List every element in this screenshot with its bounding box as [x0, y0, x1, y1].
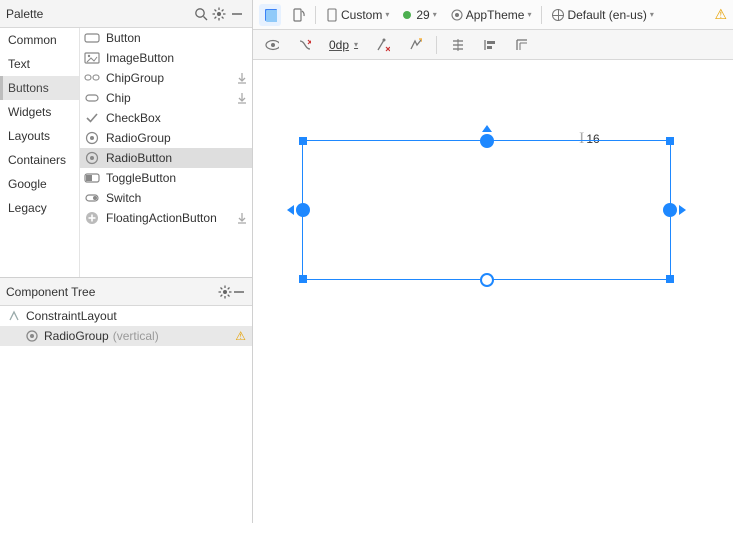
palette-category[interactable]: Layouts	[0, 124, 79, 148]
warning-icon[interactable]: ⚠	[235, 329, 246, 343]
download-icon[interactable]	[236, 92, 248, 104]
palette-item[interactable]: ImageButton	[80, 48, 252, 68]
button-icon	[84, 30, 100, 46]
radio-icon	[84, 150, 100, 166]
switch-icon	[84, 190, 100, 206]
tree-child-detail: (vertical)	[113, 329, 159, 343]
api-dropdown[interactable]: 29▾	[399, 4, 440, 26]
palette-item-label: ChipGroup	[106, 71, 230, 85]
constraint-handle-left-icon[interactable]	[287, 205, 294, 215]
palette-item-label: RadioGroup	[106, 131, 248, 145]
palette-category[interactable]: Widgets	[0, 100, 79, 124]
palette-category[interactable]: Buttons	[0, 76, 79, 100]
radiog-icon	[84, 130, 100, 146]
radiogroup-icon	[24, 329, 40, 343]
palette-item-label: CheckBox	[106, 111, 248, 125]
palette-item[interactable]: RadioGroup	[80, 128, 252, 148]
palette-category[interactable]: Text	[0, 52, 79, 76]
android-icon	[403, 11, 411, 19]
chip-icon	[84, 90, 100, 106]
palette-item[interactable]: Button	[80, 28, 252, 48]
globe-icon	[552, 9, 564, 21]
theme-dropdown[interactable]: AppTheme▾	[447, 4, 536, 26]
palette-item-list: Button ImageButton ChipGroup Chip CheckBox Ra…	[80, 28, 252, 277]
device-dropdown[interactable]: Custom▾	[322, 4, 393, 26]
resize-handle[interactable]	[666, 275, 674, 283]
palette-item-label: ImageButton	[106, 51, 248, 65]
guidelines-icon[interactable]	[511, 34, 533, 56]
palette-category[interactable]: Common	[0, 28, 79, 52]
design-panel: Custom▾ 29▾ AppTheme▾ Default (en-us)▾ ⚠…	[253, 0, 733, 523]
palette-item[interactable]: FloatingActionButton	[80, 208, 252, 228]
palette-category-list: CommonTextButtonsWidgetsLayoutsContainer…	[0, 28, 80, 277]
warning-icon[interactable]: ⚠	[714, 6, 727, 23]
palette-item-label: Chip	[106, 91, 230, 105]
tree-child-label: RadioGroup	[44, 329, 109, 343]
gear-icon[interactable]	[210, 5, 228, 23]
constraint-layout-icon	[6, 309, 22, 323]
pack-icon[interactable]	[447, 34, 469, 56]
surface-select-icon[interactable]	[259, 4, 281, 26]
palette-item[interactable]: Chip	[80, 88, 252, 108]
component-tree-title: Component Tree	[6, 285, 218, 299]
palette-item[interactable]: RadioButton	[80, 148, 252, 168]
palette-item-label: RadioButton	[106, 151, 248, 165]
constraint-handle-top-icon[interactable]	[482, 125, 492, 132]
design-toolbar-top: Custom▾ 29▾ AppTheme▾ Default (en-us)▾ ⚠	[253, 0, 733, 30]
resize-handle[interactable]	[666, 137, 674, 145]
palette-item[interactable]: ChipGroup	[80, 68, 252, 88]
palette-body: CommonTextButtonsWidgetsLayoutsContainer…	[0, 28, 252, 278]
palette-item[interactable]: Switch	[80, 188, 252, 208]
default-margin-dropdown[interactable]: 0dp▾	[325, 34, 362, 56]
view-options-icon[interactable]	[261, 34, 283, 56]
align-icon[interactable]	[479, 34, 501, 56]
palette-item[interactable]: ToggleButton	[80, 168, 252, 188]
orientation-icon[interactable]	[287, 4, 309, 26]
component-tree: ConstraintLayout RadioGroup (vertical) ⚠	[0, 306, 252, 523]
constraint-anchor[interactable]	[480, 134, 494, 148]
design-surface[interactable]: I16	[269, 80, 709, 560]
tree-node-child[interactable]: RadioGroup (vertical) ⚠	[0, 326, 252, 346]
chipg-icon	[84, 70, 100, 86]
palette-category[interactable]: Containers	[0, 148, 79, 172]
fab-icon	[84, 210, 100, 226]
design-canvas[interactable]: I16	[253, 60, 733, 523]
toggle-icon	[84, 170, 100, 186]
palette-item-label: ToggleButton	[106, 171, 248, 185]
palette-category[interactable]: Google	[0, 172, 79, 196]
resize-handle[interactable]	[299, 275, 307, 283]
download-icon[interactable]	[236, 72, 248, 84]
palette-item[interactable]: CheckBox	[80, 108, 252, 128]
minimize-icon[interactable]	[228, 5, 246, 23]
autoconnect-icon[interactable]	[293, 34, 315, 56]
infer-constraints-icon[interactable]	[404, 34, 426, 56]
left-panel: Palette CommonTextButtonsWidgetsLayoutsC…	[0, 0, 253, 523]
download-icon[interactable]	[236, 212, 248, 224]
constraint-anchor[interactable]	[296, 203, 310, 217]
selection-box[interactable]	[302, 140, 671, 280]
palette-title: Palette	[6, 7, 192, 21]
constraint-handle-right-icon[interactable]	[679, 205, 686, 215]
resize-handle[interactable]	[299, 137, 307, 145]
palette-header: Palette	[0, 0, 252, 28]
tree-node-root[interactable]: ConstraintLayout	[0, 306, 252, 326]
palette-item-label: FloatingActionButton	[106, 211, 230, 225]
check-icon	[84, 110, 100, 126]
locale-dropdown[interactable]: Default (en-us)▾	[548, 4, 657, 26]
palette-item-label: Switch	[106, 191, 248, 205]
minimize-icon[interactable]	[232, 285, 246, 299]
gear-icon[interactable]	[218, 285, 232, 299]
constraint-anchor-open[interactable]	[480, 273, 494, 287]
clear-constraints-icon[interactable]	[372, 34, 394, 56]
palette-item-label: Button	[106, 31, 248, 45]
design-toolbar-bottom: 0dp▾	[253, 30, 733, 60]
search-icon[interactable]	[192, 5, 210, 23]
imgbtn-icon	[84, 50, 100, 66]
tree-root-label: ConstraintLayout	[26, 309, 117, 323]
constraint-anchor[interactable]	[663, 203, 677, 217]
component-tree-header: Component Tree	[0, 278, 252, 306]
palette-category[interactable]: Legacy	[0, 196, 79, 220]
